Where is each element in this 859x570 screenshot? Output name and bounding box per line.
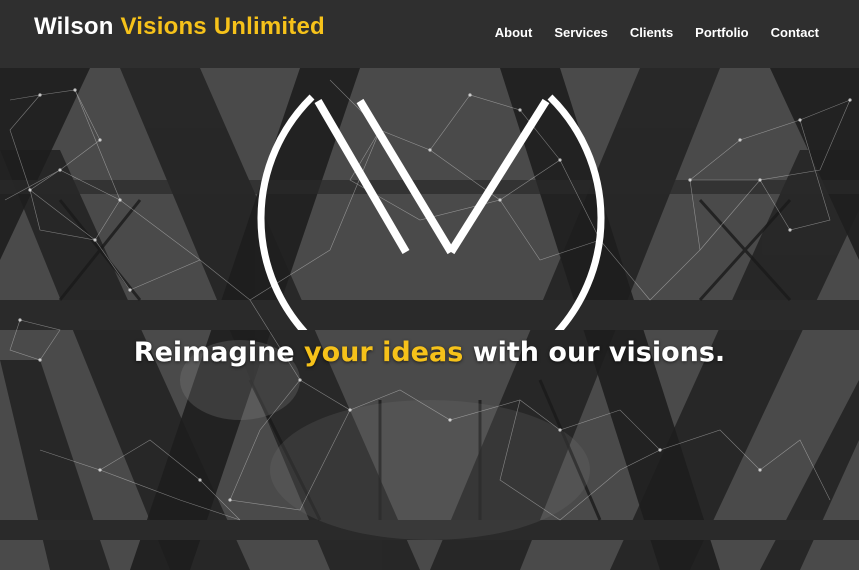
main-nav: About Services Clients Portfolio Contact [495, 25, 819, 40]
brand-name-primary: Wilson [34, 13, 114, 40]
nav-about[interactable]: About [495, 25, 533, 40]
tagline-highlight: your ideas [304, 337, 464, 368]
w-circle-logo-icon [256, 85, 606, 392]
brand-logo[interactable]: Wilson Visions Unlimited [34, 13, 325, 41]
nav-contact[interactable]: Contact [771, 25, 819, 40]
tagline-start: Reimagine [133, 337, 305, 368]
nav-clients[interactable]: Clients [630, 25, 673, 40]
tagline-end: with our visions. [463, 337, 726, 368]
nav-portfolio[interactable]: Portfolio [695, 25, 748, 40]
navbar: Wilson Visions Unlimited About Services … [0, 0, 859, 68]
brand-name-secondary: Visions Unlimited [120, 13, 325, 40]
nav-services[interactable]: Services [554, 25, 608, 40]
hero-tagline: Reimagine your ideas with our visions. [0, 337, 859, 368]
